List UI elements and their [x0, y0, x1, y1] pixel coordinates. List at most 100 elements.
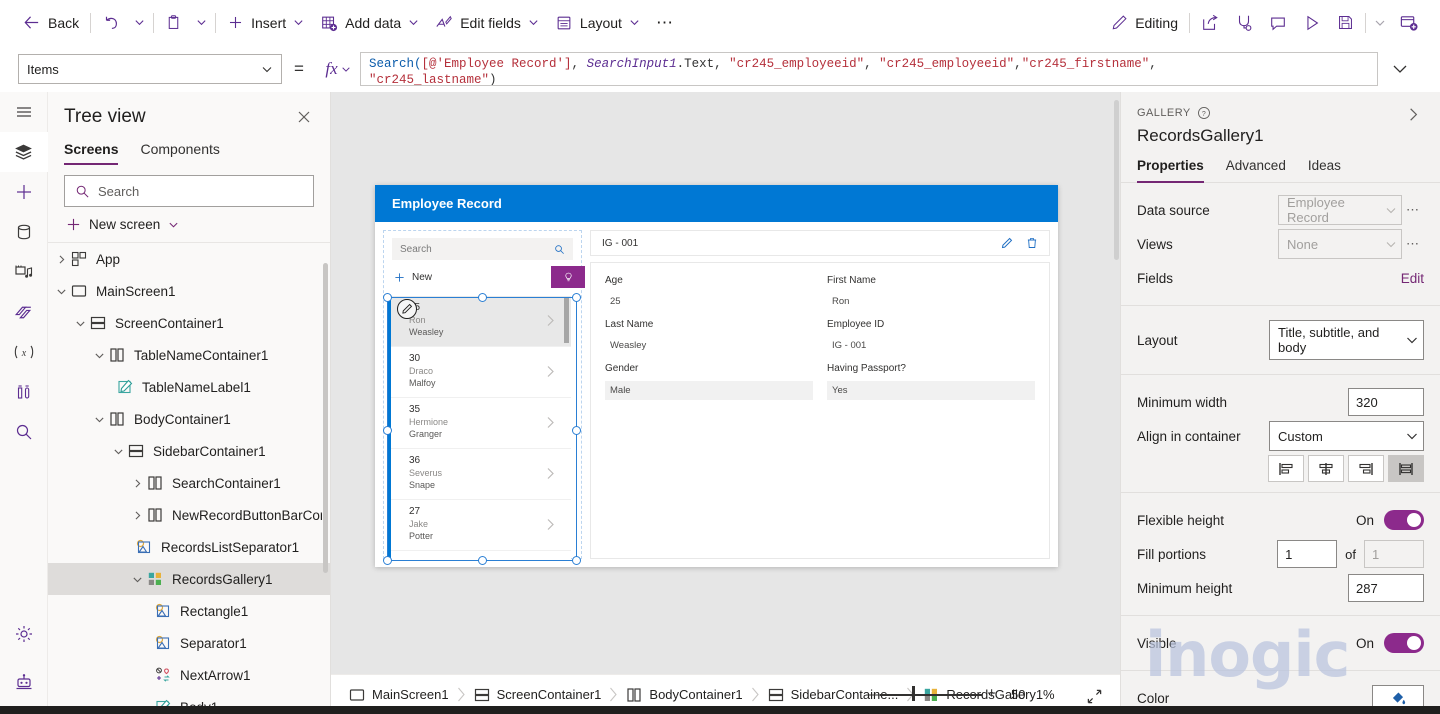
preview-button[interactable] [1295, 7, 1329, 39]
gallery-row[interactable]: 35HermioneGranger [391, 398, 571, 449]
property-selector[interactable]: Items [18, 54, 282, 84]
rail-item-search[interactable] [0, 412, 48, 452]
chevron-right-icon[interactable] [132, 510, 143, 521]
views-dropdown[interactable]: None [1278, 229, 1402, 259]
chevron-right-icon[interactable] [56, 254, 67, 265]
tree-node-tablenamelabel1[interactable]: TableNameLabel1 [48, 371, 330, 403]
rail-item-variables[interactable]: x [0, 332, 48, 372]
gallery-row[interactable]: 36SeverusSnape [391, 449, 571, 500]
gallery-row[interactable]: 27JakePotter [391, 500, 571, 551]
chevron-right-icon[interactable] [546, 365, 555, 378]
chevron-right-icon[interactable] [132, 478, 143, 489]
records-gallery[interactable]: 25RonWeasley30DracoMalfoy35HermioneGrang… [388, 296, 571, 559]
edit-fields-button[interactable]: Edit fields [427, 7, 547, 39]
data-source-dropdown[interactable]: Employee Record [1278, 195, 1402, 225]
align-start-button[interactable] [1268, 455, 1304, 482]
rail-item-menu-toggle[interactable] [0, 92, 48, 132]
rail-item-media[interactable] [0, 252, 48, 292]
tree-node-sidebarcontainer1[interactable]: SidebarContainer1 [48, 435, 330, 467]
tree-node-nextarrow1[interactable]: NextArrow1 [48, 659, 330, 691]
tree-search-input[interactable]: Search [64, 175, 314, 207]
undo-dropdown[interactable] [128, 8, 150, 38]
resize-handle-se[interactable] [572, 556, 581, 565]
views-more-button[interactable]: ⋯ [1402, 236, 1424, 252]
tab-advanced[interactable]: Advanced [1226, 158, 1286, 182]
tab-components[interactable]: Components [140, 136, 219, 165]
visible-toggle[interactable] [1384, 633, 1424, 653]
tree-node-bodycontainer1[interactable]: BodyContainer1 [48, 403, 330, 435]
chevron-right-icon[interactable] [546, 518, 555, 531]
tree-node-app[interactable]: App [48, 243, 330, 275]
search-input[interactable]: Search [392, 238, 573, 260]
tree-node-mainscreen1[interactable]: MainScreen1 [48, 275, 330, 307]
gallery-scrollbar[interactable] [564, 298, 569, 343]
gallery-row[interactable]: 30DracoMalfoy [391, 347, 571, 398]
tree-node-tablenamecontainer1[interactable]: TableNameContainer1 [48, 339, 330, 371]
idea-button[interactable] [551, 266, 585, 288]
rail-item-data[interactable] [0, 212, 48, 252]
tab-ideas[interactable]: Ideas [1308, 158, 1341, 182]
new-screen-button[interactable]: New screen [48, 207, 330, 242]
share-button[interactable] [1193, 7, 1227, 39]
editing-mode-button[interactable]: Editing [1103, 7, 1186, 39]
paste-button[interactable] [157, 7, 190, 39]
min-height-input[interactable]: 287 [1348, 574, 1424, 602]
chevron-right-icon[interactable] [546, 416, 555, 429]
pencil-edit-badge[interactable] [397, 299, 417, 319]
chevron-down-icon[interactable] [75, 318, 86, 329]
new-record-button[interactable]: New [384, 264, 581, 290]
fx-button[interactable]: fx [316, 53, 360, 85]
comments-button[interactable] [1261, 7, 1295, 39]
tree-vertical-scrollbar[interactable] [323, 263, 328, 573]
tree-node-separator1[interactable]: Separator1 [48, 627, 330, 659]
overflow-menu-button[interactable]: ⋯ [648, 7, 681, 39]
align-center-button[interactable] [1308, 455, 1344, 482]
breadcrumb-item-mainscreen1[interactable]: MainScreen1 [343, 683, 455, 707]
tree-node-recordslistseparator1[interactable]: RecordsListSeparator1 [48, 531, 330, 563]
layout-dropdown[interactable]: Title, subtitle, and body [1269, 320, 1424, 360]
tree-node-searchcontainer1[interactable]: SearchContainer1 [48, 467, 330, 499]
help-question-icon[interactable]: ? [1197, 106, 1211, 120]
zoom-out-button[interactable]: — [866, 686, 881, 703]
tree-node-screencontainer1[interactable]: ScreenContainer1 [48, 307, 330, 339]
min-width-input[interactable]: 320 [1348, 388, 1424, 416]
publish-button[interactable] [1391, 7, 1426, 39]
rail-item-tree-view[interactable] [0, 132, 48, 172]
breadcrumb-item-bodycontainer1[interactable]: BodyContainer1 [620, 683, 748, 707]
chevron-right-icon[interactable] [546, 467, 555, 480]
align-end-button[interactable] [1348, 455, 1384, 482]
add-data-button[interactable]: Add data [312, 7, 427, 39]
close-button[interactable] [294, 107, 314, 127]
chevron-down-icon[interactable] [94, 414, 105, 425]
chevron-down-icon[interactable] [113, 446, 124, 457]
align-stretch-button[interactable] [1388, 455, 1424, 482]
zoom-in-button[interactable]: + [987, 685, 996, 702]
chevron-down-icon[interactable] [56, 286, 67, 297]
tree-node-recordsgallery1[interactable]: RecordsGallery1 [48, 563, 330, 595]
formula-expand-button[interactable] [1378, 52, 1422, 86]
rail-item-app-checker[interactable] [0, 372, 48, 412]
save-button[interactable] [1329, 7, 1362, 39]
fields-edit-link[interactable]: Edit [1401, 271, 1424, 286]
collapse-panel-button[interactable] [1401, 102, 1426, 127]
save-dropdown[interactable] [1369, 8, 1391, 38]
insert-button[interactable]: Insert [219, 7, 312, 39]
breadcrumb-item-screencontainer1[interactable]: ScreenContainer1 [468, 683, 608, 707]
flexible-height-toggle[interactable] [1384, 510, 1424, 530]
fill-portions-input[interactable]: 1 [1277, 540, 1337, 568]
back-button[interactable]: Back [14, 7, 87, 39]
rail-item-copilot[interactable] [0, 662, 48, 702]
app-checker-button[interactable] [1227, 7, 1261, 39]
undo-button[interactable] [94, 7, 128, 39]
tree-node-rectangle1[interactable]: Rectangle1 [48, 595, 330, 627]
formula-input[interactable]: Search([@'Employee Record'], SearchInput… [360, 52, 1378, 86]
tab-screens[interactable]: Screens [64, 136, 118, 165]
chevron-right-icon[interactable] [546, 314, 555, 327]
rail-item-insert[interactable] [0, 172, 48, 212]
edit-record-button[interactable] [1001, 237, 1013, 249]
data-source-more-button[interactable]: ⋯ [1402, 202, 1424, 218]
tree-node-newrecordbuttonbarcontain[interactable]: NewRecordButtonBarContain [48, 499, 330, 531]
zoom-track[interactable] [880, 694, 982, 696]
paste-dropdown[interactable] [190, 8, 212, 38]
fit-to-screen-button[interactable] [1083, 685, 1106, 708]
